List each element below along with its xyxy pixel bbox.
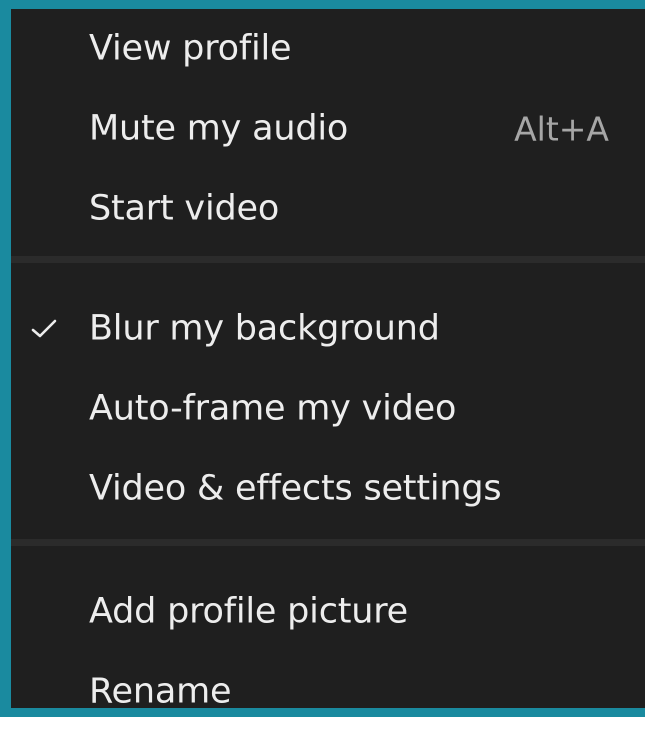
menu-item-start-video[interactable]: Start video bbox=[11, 169, 645, 249]
check-icon bbox=[31, 319, 57, 338]
keyboard-shortcut: Alt+A bbox=[514, 109, 609, 149]
menu-item-blur-my-background[interactable]: Blur my background bbox=[11, 289, 645, 369]
participant-context-menu: View profile Mute my audio Alt+A Start v… bbox=[11, 9, 645, 709]
menu-item-label: Rename bbox=[89, 671, 232, 712]
menu-item-label: Add profile picture bbox=[89, 591, 409, 632]
menu-item-add-profile-picture[interactable]: Add profile picture bbox=[11, 572, 645, 652]
menu-item-label: Mute my audio bbox=[89, 108, 349, 149]
menu-separator bbox=[11, 539, 645, 546]
menu-separator bbox=[11, 256, 645, 263]
menu-item-auto-frame-my-video[interactable]: Auto-frame my video bbox=[11, 369, 645, 449]
menu-item-label: Start video bbox=[89, 188, 280, 229]
menu-item-label: Auto-frame my video bbox=[89, 388, 457, 429]
menu-item-rename[interactable]: Rename bbox=[11, 652, 645, 732]
menu-item-label: Blur my background bbox=[89, 308, 440, 349]
menu-item-view-profile[interactable]: View profile bbox=[11, 9, 645, 89]
menu-item-mute-my-audio[interactable]: Mute my audio Alt+A bbox=[11, 89, 645, 169]
menu-item-label: View profile bbox=[89, 28, 292, 69]
menu-item-video-effects-settings[interactable]: Video & effects settings bbox=[11, 449, 645, 529]
menu-item-label: Video & effects settings bbox=[89, 468, 502, 509]
